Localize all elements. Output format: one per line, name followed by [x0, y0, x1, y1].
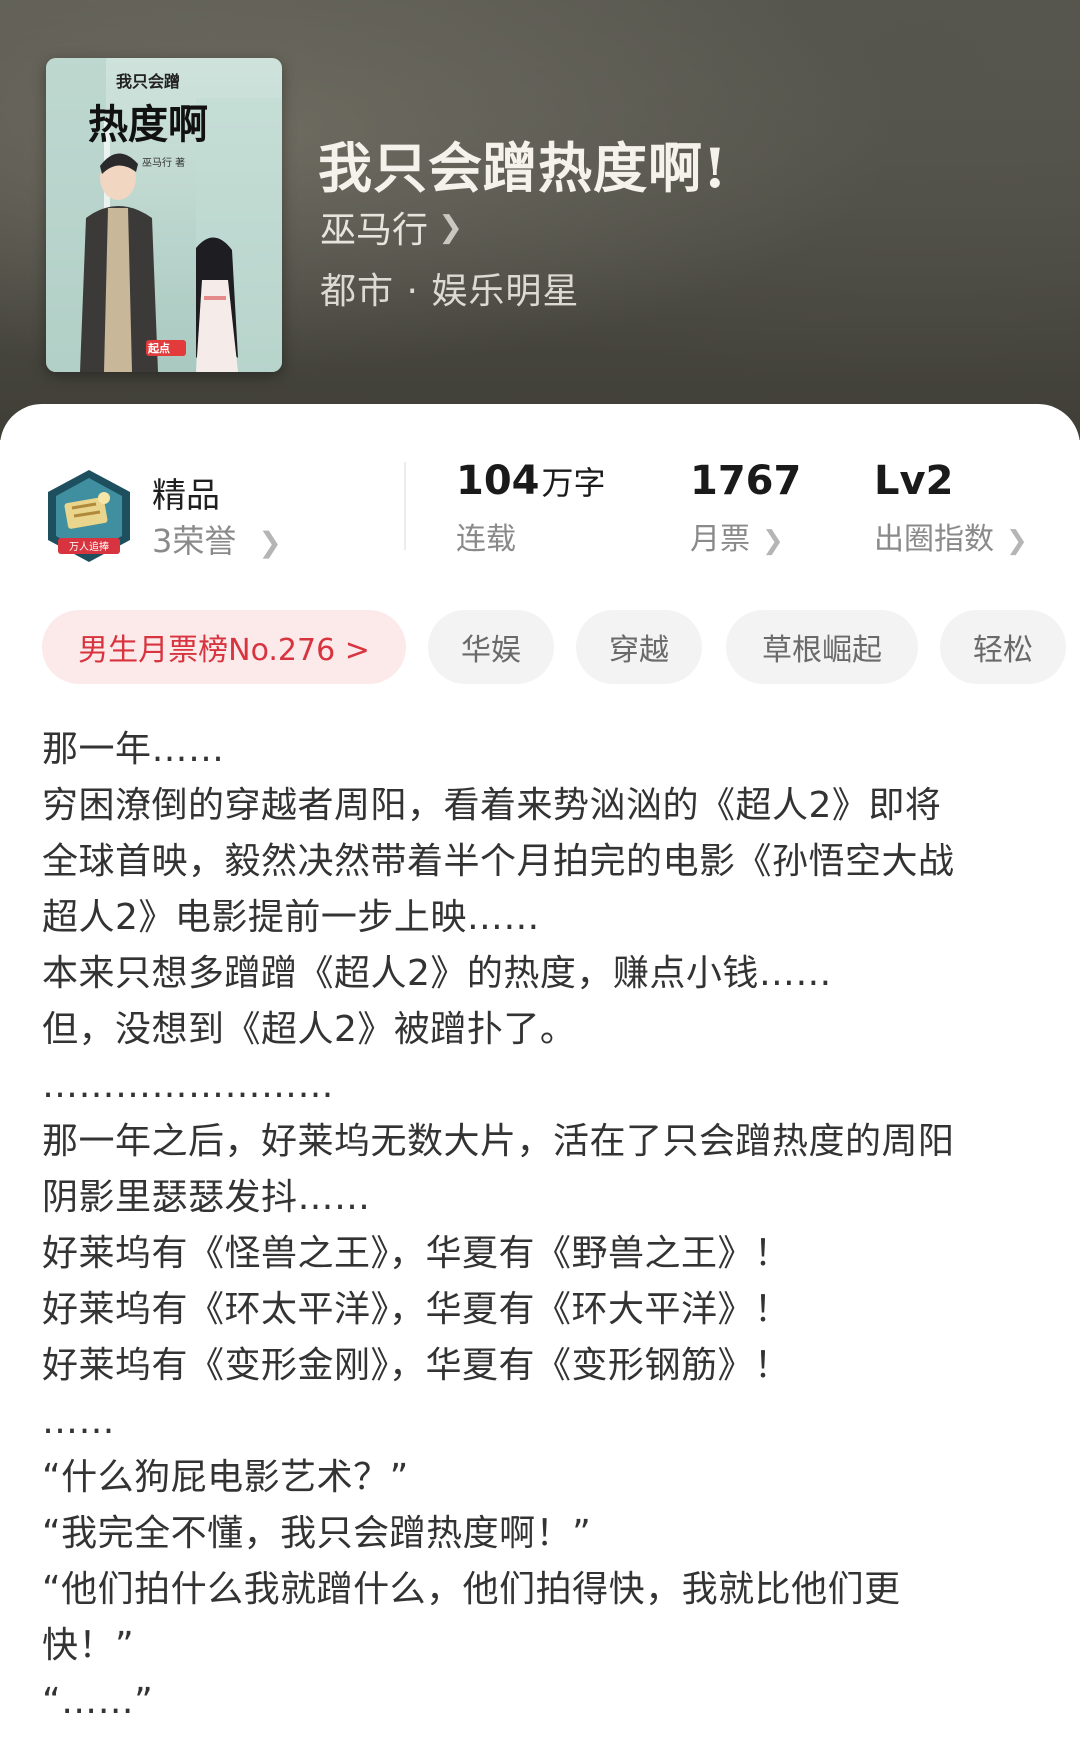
book-detail-page: 我只会蹭 热度啊 巫马行 著 起点 我只会蹭热度啊! 巫马行 ❯ 都市 · 娱乐… — [0, 0, 1080, 1764]
synopsis-line: 全球首映，毅然决然带着半个月拍完的电影《孙悟空大战 — [42, 841, 955, 882]
rank-tag[interactable]: 男生月票榜No.276 > — [42, 610, 406, 684]
synopsis-line: 那一年之后，好莱坞无数大片，活在了只会蹭热度的周阳 — [42, 1121, 955, 1162]
popularity-level-label: 出圈指数 — [874, 522, 994, 557]
honor-title: 精品 — [152, 476, 220, 516]
synopsis-line: 那一年…… — [42, 729, 225, 770]
honor-count: 3荣誉 — [152, 522, 237, 560]
synopsis-line: 好莱坞有《变形金刚》，华夏有《变形钢筋》！ — [42, 1345, 791, 1386]
chevron-right-icon: ❯ — [258, 526, 282, 559]
chevron-right-icon: ❯ — [1006, 526, 1028, 556]
genre-tag[interactable]: 草根崛起 — [726, 610, 918, 684]
synopsis-line: 好莱坞有《怪兽之王》，华夏有《野兽之王》！ — [42, 1233, 791, 1274]
cover-author-text: 巫马行 著 — [142, 158, 186, 169]
stats-divider — [404, 462, 406, 550]
chevron-right-icon: ❯ — [438, 209, 464, 245]
synopsis-line: 本来只想多蹭蹭《超人2》的热度，赚点小钱…… — [42, 953, 832, 994]
synopsis-line: “什么狗屁电影艺术？” — [42, 1457, 409, 1498]
stat-popularity-level[interactable]: Lv2 出圈指数 ❯ — [874, 458, 1028, 558]
genre-tag[interactable]: 华娱 — [428, 610, 554, 684]
stats-row: 万人追捧 精品 3荣誉 ❯ 104万字 连载 1767 月票 ❯ Lv2 出圈指数 ❯ — [0, 448, 1080, 562]
synopsis-line: …… — [42, 1401, 115, 1442]
genre-tag[interactable]: 轻松 — [940, 610, 1066, 684]
book-info-card: 万人追捧 精品 3荣誉 ❯ 104万字 连载 1767 月票 ❯ Lv2 出圈指数 ❯ — [0, 404, 1080, 1764]
author-link[interactable]: 巫马行 ❯ — [320, 202, 463, 252]
book-cover-image[interactable]: 我只会蹭 热度啊 巫马行 著 起点 — [46, 58, 282, 372]
honor-link[interactable]: 3荣誉 ❯ — [152, 516, 282, 562]
synopsis-line: “我完全不懂，我只会蹭热度啊！” — [42, 1513, 592, 1554]
cover-publisher-mark: 起点 — [148, 342, 170, 355]
synopsis-line: 阴影里瑟瑟发抖…… — [42, 1177, 371, 1218]
synopsis[interactable]: 那一年…… 穷困潦倒的穿越者周阳，看着来势汹汹的《超人2》即将 全球首映，毅然决… — [42, 722, 1042, 1730]
monthly-ticket-value: 1767 — [690, 458, 802, 504]
stat-monthly-ticket[interactable]: 1767 月票 ❯ — [690, 458, 801, 558]
word-count-value: 104 — [456, 458, 540, 504]
synopsis-line: 快！” — [42, 1625, 135, 1666]
synopsis-line: 穷困潦倒的穿越者周阳，看着来势汹汹的《超人2》即将 — [42, 785, 942, 826]
tag-row: 男生月票榜No.276 > 华娱 穿越 草根崛起 轻松 — [42, 610, 1080, 684]
book-genre: 都市 · 娱乐明星 — [320, 271, 580, 312]
synopsis-line: “他们拍什么我就蹭什么，他们拍得快，我就比他们更 — [42, 1569, 901, 1610]
genre-tag[interactable]: 穿越 — [576, 610, 702, 684]
honor-badge-icon[interactable]: 万人追捧 — [44, 468, 134, 568]
monthly-ticket-label: 月票 — [690, 522, 750, 557]
synopsis-line: “……” — [42, 1681, 154, 1722]
book-title: 我只会蹭热度啊! — [318, 136, 728, 200]
synopsis-line: …………………… — [42, 1065, 334, 1106]
author-name: 巫马行 — [320, 210, 429, 251]
stat-word-count: 104万字 连载 — [456, 458, 606, 558]
chevron-right-icon: ❯ — [762, 526, 784, 556]
book-header: 我只会蹭 热度啊 巫马行 著 起点 我只会蹭热度啊! 巫马行 ❯ 都市 · 娱乐… — [0, 0, 1080, 440]
synopsis-line: 好莱坞有《环太平洋》，华夏有《环大平洋》！ — [42, 1289, 791, 1330]
synopsis-line: 超人2》电影提前一步上映…… — [42, 897, 540, 938]
word-count-unit: 万字 — [541, 464, 606, 502]
honor-badge-text: 万人追捧 — [69, 540, 109, 553]
popularity-level-value: Lv2 — [874, 458, 954, 504]
cover-small-title: 我只会蹭 — [116, 72, 181, 91]
cover-big-title: 热度啊 — [88, 101, 208, 148]
serial-status-label: 连载 — [456, 522, 516, 557]
synopsis-line: 但，没想到《超人2》被蹭扑了。 — [42, 1009, 577, 1050]
